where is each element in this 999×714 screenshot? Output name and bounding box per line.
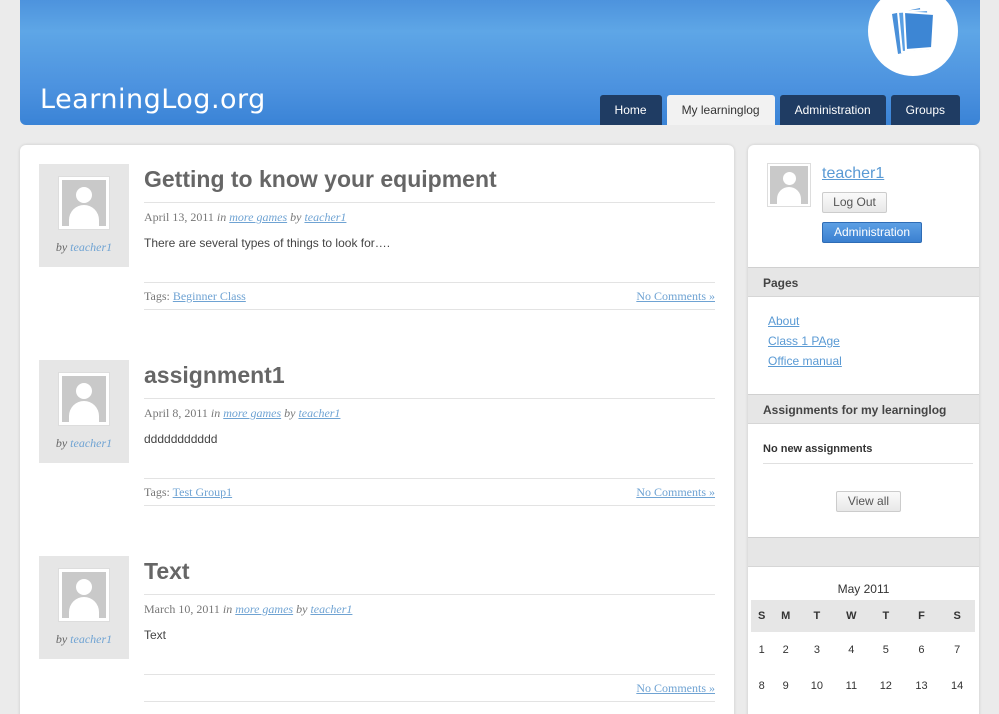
post-meta: March 10, 2011 in more games by teacher1 bbox=[144, 594, 715, 620]
avatar[interactable] bbox=[58, 176, 110, 230]
comments-link[interactable]: No Comments » bbox=[636, 681, 715, 696]
administration-button[interactable]: Administration bbox=[822, 222, 922, 243]
calendar-heading-bar bbox=[748, 537, 979, 567]
post-footer: No Comments » bbox=[144, 674, 715, 702]
calendar-day: 1 bbox=[758, 644, 765, 656]
comments-link[interactable]: No Comments » bbox=[636, 289, 715, 304]
author-byline: by teacher1 bbox=[55, 436, 113, 450]
calendar-day: 3 bbox=[813, 644, 820, 656]
calendar-day: 9 bbox=[782, 680, 789, 692]
post-date: April 8, 2011 bbox=[144, 406, 208, 420]
author-link[interactable]: teacher1 bbox=[70, 436, 112, 450]
weekday-label: S bbox=[751, 600, 773, 632]
post-excerpt: ddddddddddd bbox=[144, 432, 218, 446]
post-footer: Tags: Beginner Class No Comments » bbox=[144, 282, 715, 310]
site-logo-text[interactable]: LearningLog.org bbox=[40, 84, 266, 115]
author-link[interactable]: teacher1 bbox=[70, 240, 112, 254]
post-title[interactable]: assignment1 bbox=[144, 362, 715, 398]
calendar-day: 5 bbox=[882, 644, 889, 656]
notebook-logo-icon[interactable] bbox=[868, 0, 958, 76]
tag-link[interactable]: Test Group1 bbox=[173, 485, 232, 499]
weekday-label: T bbox=[799, 600, 835, 632]
page-link[interactable]: Office manual bbox=[768, 351, 842, 371]
posts-column: by teacher1 Getting to know your equipme… bbox=[20, 145, 734, 714]
category-link[interactable]: more games bbox=[223, 406, 281, 420]
category-link[interactable]: more games bbox=[235, 602, 293, 616]
main-nav-tabs: Home My learninglog Administration Group… bbox=[599, 95, 960, 125]
tab-administration[interactable]: Administration bbox=[779, 95, 886, 125]
calendar-day: 6 bbox=[918, 644, 925, 656]
post-footer: Tags: Test Group1 No Comments » bbox=[144, 478, 715, 506]
calendar-day: 14 bbox=[951, 680, 964, 692]
post-meta: April 8, 2011 in more games by teacher1 bbox=[144, 398, 715, 424]
post-excerpt: Text bbox=[144, 628, 167, 642]
calendar-day: 10 bbox=[810, 680, 824, 692]
calendar-day: 2 bbox=[782, 644, 789, 656]
no-assignments-text: No new assignments bbox=[763, 443, 973, 464]
category-link[interactable]: more games bbox=[229, 210, 287, 224]
weekday-label: M bbox=[772, 600, 800, 632]
author-link[interactable]: teacher1 bbox=[310, 602, 352, 616]
weekday-label: T bbox=[867, 600, 904, 632]
calendar-day: 4 bbox=[848, 644, 855, 656]
weekday-label: S bbox=[939, 600, 975, 632]
post-date: March 10, 2011 bbox=[144, 602, 220, 616]
view-all-button[interactable]: View all bbox=[836, 491, 901, 512]
author-link[interactable]: teacher1 bbox=[70, 632, 112, 646]
page-link[interactable]: Class 1 PAge bbox=[768, 331, 842, 351]
site-header: LearningLog.org Home My learninglog Admi… bbox=[20, 0, 980, 125]
current-user-link[interactable]: teacher1 bbox=[822, 165, 884, 183]
author-box: by teacher1 bbox=[39, 556, 129, 659]
avatar[interactable] bbox=[58, 372, 110, 426]
weekday-label: F bbox=[903, 600, 940, 632]
post-content: assignment1 April 8, 2011 in more games … bbox=[144, 360, 715, 506]
author-byline: by teacher1 bbox=[55, 240, 113, 254]
pages-heading: Pages bbox=[748, 267, 979, 297]
calendar-day: 11 bbox=[845, 680, 858, 692]
pages-list: About Class 1 PAge Office manual bbox=[768, 311, 842, 371]
calendar-day: 8 bbox=[758, 680, 765, 692]
author-box: by teacher1 bbox=[39, 164, 129, 267]
post-date: April 13, 2011 bbox=[144, 210, 214, 224]
avatar[interactable] bbox=[58, 568, 110, 622]
calendar-day: 12 bbox=[879, 680, 892, 692]
logout-button[interactable]: Log Out bbox=[822, 192, 887, 213]
calendar-day: 7 bbox=[954, 644, 961, 656]
post-content: Getting to know your equipment April 13,… bbox=[144, 164, 715, 310]
calendar-day: 13 bbox=[915, 680, 928, 692]
post-content: Text March 10, 2011 in more games by tea… bbox=[144, 556, 715, 702]
tag-link[interactable]: Beginner Class bbox=[173, 289, 246, 303]
author-link[interactable]: teacher1 bbox=[298, 406, 340, 420]
author-box: by teacher1 bbox=[39, 360, 129, 463]
page-link[interactable]: About bbox=[768, 311, 842, 331]
assignments-heading: Assignments for my learninglog bbox=[748, 394, 979, 424]
tab-my-learninglog[interactable]: My learninglog bbox=[666, 95, 775, 125]
post-title[interactable]: Getting to know your equipment bbox=[144, 166, 715, 202]
tab-home[interactable]: Home bbox=[599, 95, 662, 125]
calendar-month: May 2011 bbox=[837, 582, 890, 596]
weekday-label: W bbox=[834, 600, 868, 632]
comments-link[interactable]: No Comments » bbox=[636, 485, 715, 500]
post-meta: April 13, 2011 in more games by teacher1 bbox=[144, 202, 715, 228]
author-link[interactable]: teacher1 bbox=[304, 210, 346, 224]
avatar[interactable] bbox=[767, 163, 811, 207]
sidebar: teacher1 Log Out Administration Pages Ab… bbox=[748, 145, 979, 714]
post-title[interactable]: Text bbox=[144, 558, 715, 594]
post-excerpt: There are several types of things to loo… bbox=[144, 236, 391, 250]
calendar-table: S M T W T F S 1 2 3 4 5 6 7 8 9 10 11 12… bbox=[751, 600, 975, 704]
author-byline: by teacher1 bbox=[55, 632, 113, 646]
tab-groups[interactable]: Groups bbox=[890, 95, 960, 125]
